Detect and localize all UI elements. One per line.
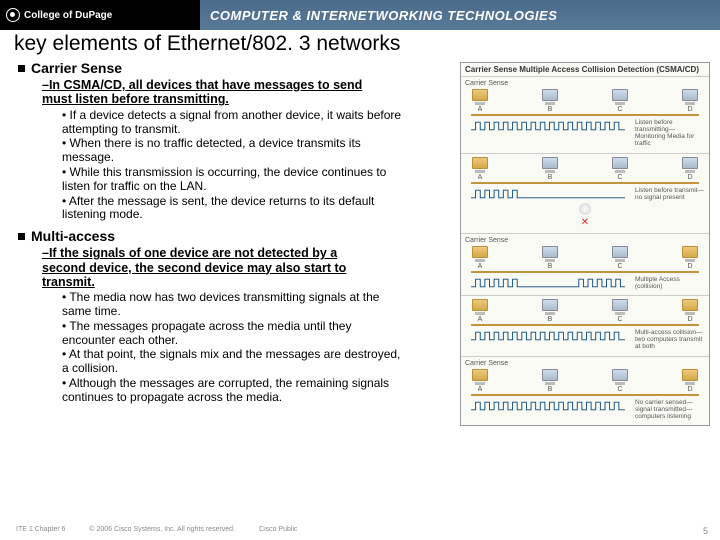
computer-d-icon: D (681, 299, 699, 323)
panel-tag: Carrier Sense (465, 237, 705, 244)
computer-a-icon: A (471, 89, 489, 113)
panel-caption: Listen before transmit—no signal present (635, 187, 705, 201)
signal-wave (471, 276, 625, 290)
computer-c-icon: C (611, 246, 629, 270)
section1-bullet: • If a device detects a signal from anot… (62, 109, 402, 137)
computer-d-icon: D (681, 246, 699, 270)
page-number: 5 (703, 526, 708, 536)
panel-tag: Carrier Sense (465, 360, 705, 367)
section2-subhead: –If the signals of one device are not de… (42, 246, 382, 289)
section2-bullet: • The messages propagate across the medi… (62, 320, 402, 348)
slide-footer: ITE 1 Chapter 6 © 2006 Cisco Systems, In… (16, 526, 708, 536)
course-title: COMPUTER & INTERNETWORKING TECHNOLOGIES (200, 0, 720, 30)
csma-diagram: Carrier Sense Multiple Access Collision … (460, 62, 710, 426)
section2-bullet: • At that point, the signals mix and the… (62, 348, 402, 376)
footer-copyright: © 2006 Cisco Systems, Inc. All rights re… (89, 526, 235, 536)
computer-a-icon: A (471, 157, 489, 181)
section1-bullet: • While this transmission is occurring, … (62, 166, 402, 194)
signal-wave (471, 119, 625, 133)
diagram-column: Carrier Sense Multiple Access Collision … (460, 32, 710, 426)
footer-public: Cisco Public (259, 526, 298, 536)
section-carrier-sense: Carrier Sense (18, 60, 456, 76)
media-wire (471, 182, 699, 184)
computer-c-icon: C (611, 299, 629, 323)
computer-a-icon: A (471, 299, 489, 323)
computer-a-icon: A (471, 246, 489, 270)
media-wire (471, 324, 699, 326)
computer-c-icon: C (611, 369, 629, 393)
computer-row: A B C D (465, 157, 705, 181)
computer-d-icon: D (681, 369, 699, 393)
slide-title: key elements of Ethernet/802. 3 networks (14, 32, 456, 56)
section2-bullet: • Although the messages are corrupted, t… (62, 377, 402, 405)
panel-caption: Multiple Access (collision) (635, 276, 705, 290)
college-logo-icon (6, 8, 20, 22)
college-name: College of DuPage (24, 10, 112, 21)
computer-c-icon: C (611, 89, 629, 113)
section-multi-access: Multi-access (18, 228, 456, 244)
section1-subhead: –In CSMA/CD, all devices that have messa… (42, 78, 382, 107)
computer-b-icon: B (541, 299, 559, 323)
computer-b-icon: B (541, 89, 559, 113)
signal-wave (471, 399, 625, 413)
computer-b-icon: B (541, 369, 559, 393)
media-wire (471, 394, 699, 396)
diagram-panel-2: A B C D Listen before transmit—no signal… (461, 153, 709, 233)
collision-x-icon: ✕ (465, 217, 705, 228)
computer-row: A B C D (465, 299, 705, 323)
diagram-panel-1: Carrier Sense A B C D Listen before tran… (461, 76, 709, 153)
slide-content: key elements of Ethernet/802. 3 networks… (0, 30, 720, 426)
panel-tag: Carrier Sense (465, 80, 705, 87)
section2-label: Multi-access (31, 228, 115, 244)
computer-row: A B C D (465, 369, 705, 393)
bullet-square-icon (18, 65, 25, 72)
computer-d-icon: D (681, 89, 699, 113)
media-wire (471, 271, 699, 273)
panel-caption: Multi-access collision—two computers tra… (635, 329, 705, 350)
bullet-square-icon (18, 233, 25, 240)
computer-c-icon: C (611, 157, 629, 181)
computer-b-icon: B (541, 246, 559, 270)
signal-wave (471, 187, 625, 201)
computer-a-icon: A (471, 369, 489, 393)
diagram-panel-4: A B C D Multi-access collision—two compu… (461, 295, 709, 355)
college-brand: College of DuPage (0, 0, 200, 30)
computer-b-icon: B (541, 157, 559, 181)
diagram-panel-3: Carrier Sense A B C D Multiple Access (c… (461, 233, 709, 295)
panel-caption: Listen before transmitting—Monitoring Me… (635, 119, 705, 148)
panel-caption: No carrier sensed—signal transmitted—com… (635, 399, 705, 420)
text-column: key elements of Ethernet/802. 3 networks… (18, 32, 456, 426)
diagram-title: Carrier Sense Multiple Access Collision … (461, 63, 709, 76)
section1-bullet: • When there is no traffic detected, a d… (62, 137, 402, 165)
diagram-panel-5: Carrier Sense A B C D No carrier sensed—… (461, 356, 709, 425)
section1-label: Carrier Sense (31, 60, 122, 76)
page-header: College of DuPage COMPUTER & INTERNETWOR… (0, 0, 720, 30)
collision-icon (579, 203, 591, 215)
signal-wave (471, 329, 625, 343)
media-wire (471, 114, 699, 116)
footer-chapter: ITE 1 Chapter 6 (16, 526, 65, 536)
computer-d-icon: D (681, 157, 699, 181)
computer-row: A B C D (465, 89, 705, 113)
computer-row: A B C D (465, 246, 705, 270)
section2-bullet: • The media now has two devices transmit… (62, 291, 402, 319)
section1-bullet: • After the message is sent, the device … (62, 195, 402, 223)
